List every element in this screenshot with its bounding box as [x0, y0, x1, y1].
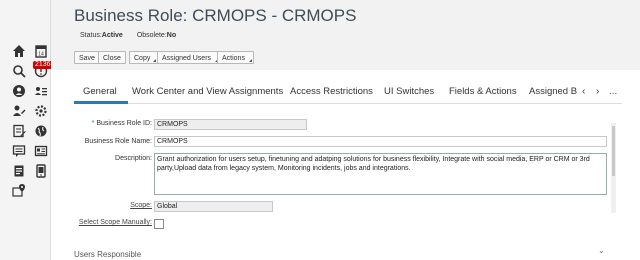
business-role-id-label-text: Business Role ID:	[96, 120, 152, 127]
business-role-id-field: CRMOPS	[154, 119, 307, 130]
scope-label: Scope:	[130, 202, 152, 209]
status-label: Status:	[80, 32, 102, 39]
tab-general[interactable]: General	[83, 86, 117, 97]
description-label: Description:	[115, 155, 152, 162]
settings-icon[interactable]	[34, 104, 48, 118]
id-card-icon[interactable]	[34, 144, 48, 158]
close-button[interactable]: Close	[98, 51, 126, 64]
edit-list-icon[interactable]	[12, 124, 26, 138]
chat-list-icon[interactable]	[12, 144, 26, 158]
tab-overflow-menu-icon[interactable]: ...	[609, 86, 617, 97]
business-role-name-input[interactable]: CRMOPS	[154, 136, 607, 147]
users-responsible-section-title[interactable]: Users Responsible	[74, 250, 141, 259]
search-icon[interactable]	[12, 64, 26, 78]
required-marker: *	[91, 120, 95, 127]
actions-label: Actions	[222, 55, 245, 62]
home-icon[interactable]	[12, 44, 26, 58]
form-scrollbar-thumb[interactable]	[612, 126, 615, 176]
notification-count-badge: 2136	[33, 61, 53, 69]
tab-scroll-left-icon[interactable]: ‹	[582, 86, 585, 97]
copy-label: Copy	[134, 55, 151, 62]
save-button[interactable]: Save	[74, 51, 100, 64]
chevron-down-icon[interactable]: ⌄	[598, 246, 605, 255]
tablet-icon[interactable]	[34, 164, 48, 178]
calendar-icon[interactable]: 14	[34, 44, 48, 58]
left-nav-rail: 14 2136	[0, 0, 53, 260]
globe-icon[interactable]	[34, 124, 48, 138]
obsolete-label: Obsolete:	[136, 32, 167, 39]
actions-button[interactable]: Actions	[217, 51, 254, 64]
tab-work-center-and-view-assignments[interactable]: Work Center and View Assignments	[132, 86, 283, 97]
svg-text:14: 14	[38, 52, 44, 58]
assigned-users-label: Assigned Users	[162, 55, 212, 62]
contacts-icon[interactable]	[34, 84, 48, 98]
select-scope-manually-checkbox[interactable]	[154, 219, 164, 229]
scope-field: Global	[154, 201, 273, 212]
tab-scroll-right-icon[interactable]: ›	[596, 86, 599, 97]
business-role-id-label: * Business Role ID:	[92, 120, 152, 127]
person-edit-icon[interactable]	[12, 104, 26, 118]
active-tab-indicator	[74, 101, 128, 104]
tab-access-restrictions[interactable]: Access Restrictions	[290, 86, 373, 97]
tabs-divider	[74, 103, 622, 104]
dropdown-indicator-icon	[248, 59, 252, 62]
assigned-users-button[interactable]: Assigned Users	[157, 51, 221, 64]
copy-button[interactable]: Copy	[129, 51, 159, 64]
dropdown-indicator-icon	[153, 59, 157, 62]
status-line: Status:Active Obsolete:No	[80, 32, 176, 39]
obsolete-value: No	[166, 32, 177, 39]
map-pin-icon[interactable]	[12, 183, 26, 197]
tab-assigned-business[interactable]: Assigned Bu	[529, 86, 577, 97]
business-role-name-label: Business Role Name:	[84, 138, 152, 145]
page-title: Business Role: CRMOPS - CRMOPS	[74, 6, 357, 25]
status-value: Active	[101, 32, 123, 39]
description-textarea[interactable]: Grant authorization for users setup, fin…	[154, 153, 607, 195]
select-scope-manually-label: Select Scope Manually:	[78, 219, 152, 226]
tab-ui-switches[interactable]: UI Switches	[384, 86, 434, 97]
user-icon[interactable]	[12, 84, 26, 98]
document-icon[interactable]	[12, 164, 26, 178]
tab-fields-and-actions[interactable]: Fields & Actions	[449, 86, 517, 97]
